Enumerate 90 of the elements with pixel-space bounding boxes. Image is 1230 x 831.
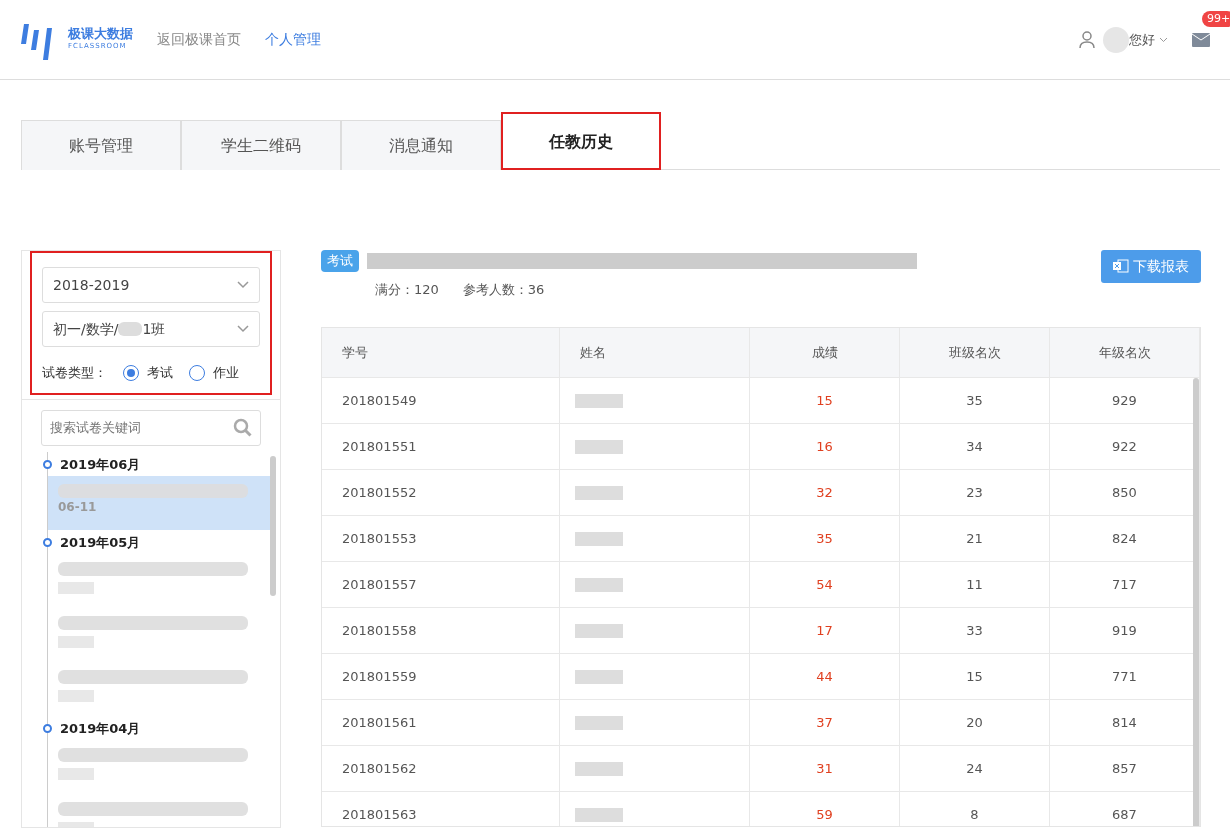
table-cell: 922 [1050,424,1200,470]
table-cell: 31 [750,746,900,792]
exam-date: 06-11 [58,498,98,516]
table-cell: 201801562 [322,746,560,792]
search-icon[interactable] [233,417,253,438]
column-header: 成绩 [750,328,900,378]
field-label: 试卷类型： [42,364,107,382]
table-cell: 771 [1050,654,1200,700]
table-cell: 201801558 [322,608,560,654]
column-header: 班级名次 [900,328,1050,378]
column-header: 年级名次 [1050,328,1200,378]
redacted-name [575,807,623,822]
table-cell: 15 [750,378,900,424]
column-header: 学号 [322,328,560,378]
table-cell: 687 [1050,792,1200,826]
month-heading: 2019年05月 [60,533,141,552]
chevron-down-icon[interactable] [237,281,249,289]
table-cell: 929 [1050,378,1200,424]
redacted-name [575,393,623,408]
scrollbar[interactable] [270,455,276,596]
table-cell: 20 [900,700,1050,746]
tab[interactable]: 账号管理 [21,120,181,170]
logo-title: 极课大数据 [68,27,133,42]
table-cell: 16 [750,424,900,470]
nav-link[interactable]: 返回极课首页 [157,29,241,50]
dropdown[interactable]: 2018-2019 [42,267,260,303]
full-score: 满分：120 [375,281,439,297]
redacted-name [575,715,623,730]
table-cell: 850 [1050,470,1200,516]
table-cell: 201801553 [322,516,560,562]
mail-icon[interactable] [1192,33,1210,47]
table-cell: 814 [1050,700,1200,746]
participant-count: 参考人数：36 [462,281,545,297]
table-cell: 44 [750,654,900,700]
table-cell: 15 [900,654,1050,700]
month-heading: 2019年06月 [60,455,141,474]
redacted-name [575,531,623,546]
table-cell: 17 [750,608,900,654]
redacted-name [575,485,623,500]
table-cell: 23 [900,470,1050,516]
table-cell: 35 [750,516,900,562]
nav-link[interactable]: 个人管理 [265,29,321,50]
notification-badge: 99+ [1202,11,1230,27]
table-cell: 201801549 [322,378,560,424]
table-cell: 201801557 [322,562,560,608]
radio-label[interactable]: 作业 [213,363,239,383]
tab[interactable]: 学生二维码 [181,120,341,170]
table-cell: 919 [1050,608,1200,654]
user-icon [1079,30,1095,49]
table-cell: 34 [900,424,1050,470]
table-cell: 201801559 [322,654,560,700]
scrollbar[interactable] [1193,378,1199,826]
tab[interactable]: 消息通知 [341,120,501,170]
greeting: 您好 [1129,30,1155,49]
table-cell: 37 [750,700,900,746]
table-cell: 8 [900,792,1050,826]
column-header: 姓名 [560,328,750,378]
month-heading: 2019年04月 [60,719,141,738]
spreadsheet-icon [1112,259,1129,273]
timeline-dot [43,538,52,547]
table-cell: 33 [900,608,1050,654]
table-cell: 201801551 [322,424,560,470]
table-cell: 54 [750,562,900,608]
timeline-dot [43,724,52,733]
caret-icon[interactable] [1159,36,1168,43]
table-cell: 32 [750,470,900,516]
dropdown[interactable]: 初一/数学/ 1班 [42,311,260,347]
exam-type-tag: 考试 [321,250,359,272]
redacted-name [575,439,623,454]
avatar [1103,26,1129,53]
tab[interactable]: 任教历史 [501,112,661,170]
redacted-name [575,761,623,776]
table-cell: 24 [900,746,1050,792]
radio-label[interactable]: 考试 [147,363,173,383]
table-cell: 824 [1050,516,1200,562]
table-cell: 21 [900,516,1050,562]
table-cell: 201801561 [322,700,560,746]
table-cell: 59 [750,792,900,826]
timeline-dot [43,460,52,469]
table-cell: 717 [1050,562,1200,608]
table-cell: 201801552 [322,470,560,516]
chevron-down-icon[interactable] [237,325,249,333]
redacted-name [575,577,623,592]
table-cell: 201801563 [322,792,560,826]
redacted-name [575,623,623,638]
table-cell: 35 [900,378,1050,424]
redacted-name [575,669,623,684]
table-cell: 857 [1050,746,1200,792]
search-field[interactable]: 搜索试卷关键词 [41,409,261,446]
table-cell: 11 [900,562,1050,608]
